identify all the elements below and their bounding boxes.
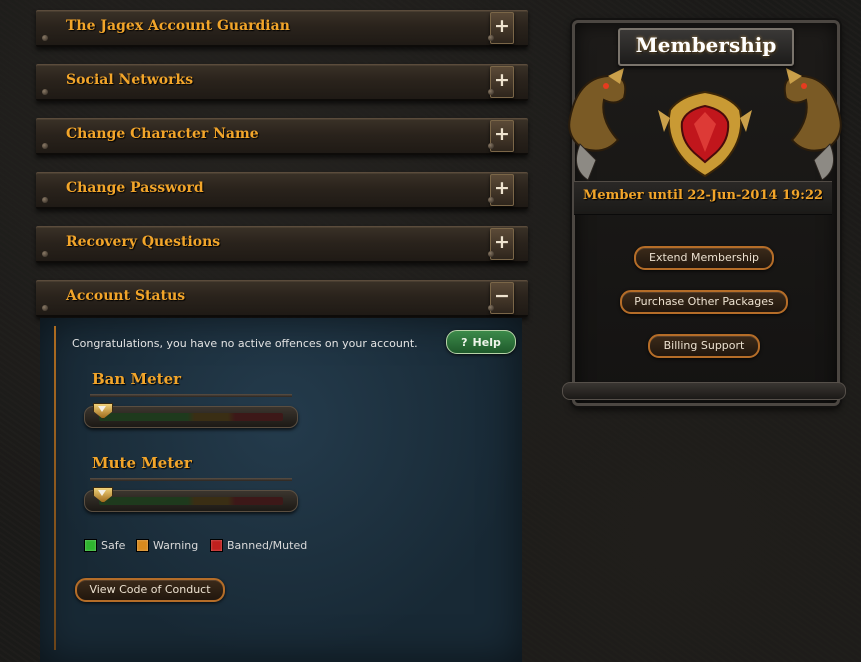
- membership-title: Membership: [635, 33, 777, 57]
- shield-crest-icon: [568, 68, 842, 181]
- mute-meter-rule: [90, 478, 292, 481]
- accordion-label: Change Character Name: [66, 126, 259, 142]
- help-label: Help: [472, 335, 501, 349]
- membership-frame-bottom: [562, 382, 846, 400]
- account-status-panel: Congratulations, you have no active offe…: [40, 318, 522, 662]
- extend-membership-button[interactable]: Extend Membership: [634, 246, 774, 270]
- mute-meter-title: Mute Meter: [92, 454, 192, 472]
- legend-safe: Safe: [84, 539, 125, 552]
- view-code-of-conduct-button[interactable]: View Code of Conduct: [75, 578, 225, 602]
- accordion-label: The Jagex Account Guardian: [66, 18, 290, 34]
- accordion-label: Social Networks: [66, 72, 194, 88]
- membership-status: Member until 22-Jun-2014 19:22: [582, 188, 824, 203]
- accordion-change-password[interactable]: Change Password +: [36, 172, 528, 209]
- legend-label: Safe: [101, 539, 126, 552]
- ban-meter-scale: [99, 413, 283, 421]
- accordion-label: Change Password: [66, 180, 204, 196]
- plus-icon[interactable]: +: [490, 66, 514, 98]
- ban-meter: [84, 403, 298, 428]
- plus-icon[interactable]: +: [490, 228, 514, 260]
- help-button[interactable]: ? Help: [446, 330, 516, 354]
- minus-icon[interactable]: −: [490, 282, 514, 314]
- legend-warning: Warning: [136, 539, 198, 552]
- accordion-label: Recovery Questions: [66, 234, 221, 250]
- panel-divider: [54, 326, 56, 650]
- status-message: Congratulations, you have no active offe…: [72, 337, 418, 350]
- mute-meter: [84, 487, 298, 512]
- legend-label: Warning: [153, 539, 199, 552]
- dragon-icon: [783, 68, 842, 181]
- billing-support-button[interactable]: Billing Support: [648, 334, 760, 358]
- mute-meter-scale: [99, 497, 283, 505]
- legend-banned-muted: Banned/Muted: [210, 539, 307, 552]
- legend-label: Banned/Muted: [227, 539, 308, 552]
- ban-meter-title: Ban Meter: [92, 370, 182, 388]
- purchase-other-packages-button[interactable]: Purchase Other Packages: [620, 290, 788, 314]
- accordion-change-character-name[interactable]: Change Character Name +: [36, 118, 528, 155]
- plus-icon[interactable]: +: [490, 174, 514, 206]
- membership-title-plate: Membership: [618, 28, 794, 66]
- safe-swatch: [84, 539, 97, 552]
- plus-icon[interactable]: +: [490, 120, 514, 152]
- ban-meter-rule: [90, 394, 292, 397]
- warning-swatch: [136, 539, 149, 552]
- plus-icon[interactable]: +: [490, 12, 514, 44]
- accordion-jagex-account-guardian[interactable]: The Jagex Account Guardian +: [36, 10, 528, 47]
- banned-swatch: [210, 539, 223, 552]
- accordion-social-networks[interactable]: Social Networks +: [36, 64, 528, 101]
- accordion-recovery-questions[interactable]: Recovery Questions +: [36, 226, 528, 263]
- dragon-icon: [568, 68, 627, 181]
- membership-panel: Membership Member until 22-Jun-2014 19:2…: [560, 18, 850, 406]
- help-icon: ?: [461, 335, 468, 349]
- membership-status-banner: Member until 22-Jun-2014 19:22: [574, 181, 832, 215]
- accordion-account-status[interactable]: Account Status −: [36, 280, 528, 317]
- accordion-label: Account Status: [66, 288, 186, 304]
